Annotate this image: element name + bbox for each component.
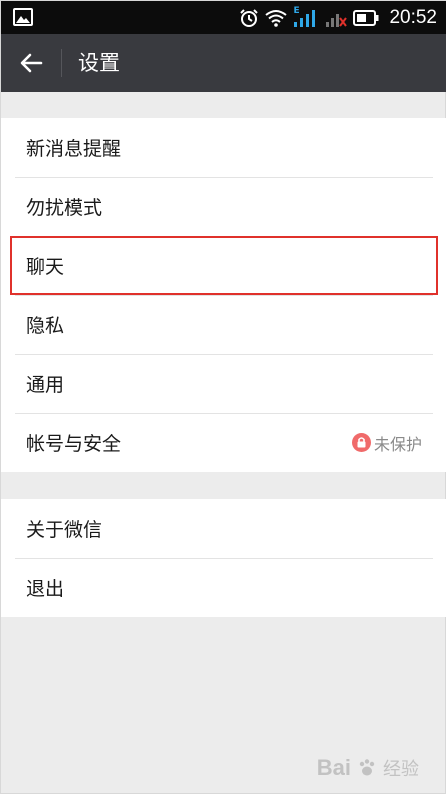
settings-item-label: 退出	[26, 578, 65, 600]
settings-item-privacy[interactable]: 隐私	[1, 295, 446, 354]
lock-icon	[351, 433, 371, 452]
account-security-status: 未保护	[351, 413, 422, 472]
settings-item-label: 通用	[26, 374, 65, 396]
signal-no-sim-icon	[325, 8, 348, 28]
back-arrow-icon	[19, 52, 43, 74]
settings-item-label: 勿扰模式	[26, 197, 103, 219]
settings-item-label: 新消息提醒	[26, 138, 122, 160]
settings-item-new-message-alert[interactable]: 新消息提醒	[1, 118, 446, 177]
wifi-icon	[265, 9, 288, 27]
network-type-label: E	[293, 5, 300, 16]
settings-item-about-wechat[interactable]: 关于微信	[1, 499, 446, 558]
account-security-status-text: 未保护	[373, 434, 422, 454]
back-button[interactable]	[15, 48, 47, 78]
watermark-sub: 经验	[383, 759, 419, 779]
image-icon	[13, 8, 33, 26]
status-bar: E 20:52	[1, 1, 446, 34]
alarm-icon	[239, 8, 259, 28]
settings-item-do-not-disturb[interactable]: 勿扰模式	[1, 177, 446, 236]
title-bar: 设置	[1, 34, 446, 92]
page-title: 设置	[78, 51, 120, 75]
paw-icon	[357, 758, 377, 778]
settings-item-label: 隐私	[26, 315, 65, 337]
settings-item-general[interactable]: 通用	[1, 354, 446, 413]
battery-icon	[353, 9, 379, 26]
settings-item-chat[interactable]: 聊天	[10, 236, 438, 295]
settings-item-logout[interactable]: 退出	[1, 558, 446, 617]
status-time: 20:52	[389, 6, 437, 28]
settings-item-label: 帐号与安全	[26, 433, 122, 455]
phone-screen: E 20:52 设置 新消息提醒 勿扰模式 聊天 隐私 通用 帐号与安全 未保护…	[0, 0, 446, 794]
settings-item-account-security[interactable]: 帐号与安全 未保护	[1, 413, 446, 472]
status-icons: E 20:52	[239, 1, 437, 34]
watermark-logo: Bai 经验	[317, 755, 419, 781]
settings-group-secondary: 关于微信 退出	[1, 499, 446, 617]
settings-item-label: 关于微信	[26, 519, 103, 541]
watermark-brand: Bai	[316, 755, 351, 780]
settings-group-main: 新消息提醒 勿扰模式 聊天 隐私 通用 帐号与安全 未保护	[1, 118, 446, 472]
title-divider	[61, 49, 62, 77]
signal-icon: E	[293, 5, 319, 28]
settings-item-label: 聊天	[26, 256, 65, 278]
